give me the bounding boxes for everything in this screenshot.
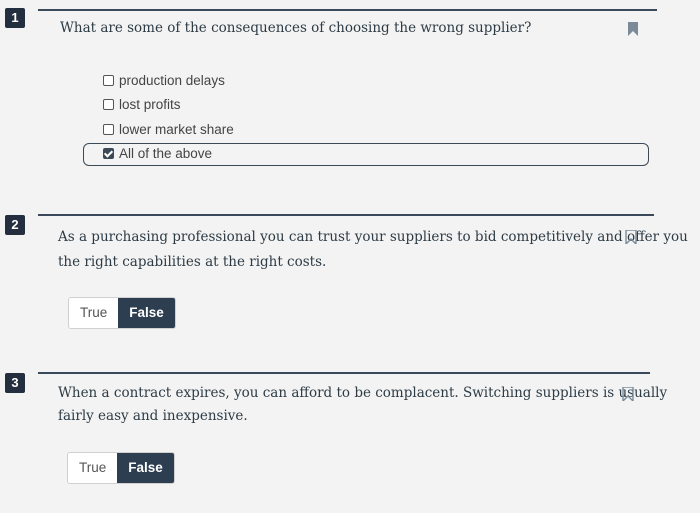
- checkbox-icon[interactable]: [103, 123, 114, 135]
- question-number-badge: 1: [5, 8, 25, 28]
- answer-option-lost-profits[interactable]: lost profits: [103, 94, 181, 114]
- true-button[interactable]: True: [68, 453, 118, 483]
- answer-option-lower-market-share[interactable]: lower market share: [103, 119, 234, 139]
- true-false-toggle: True False: [68, 297, 176, 329]
- question-text-line: As a purchasing professional you can tru…: [58, 229, 688, 245]
- question-number-badge: 3: [5, 373, 25, 393]
- checkbox-checked-icon[interactable]: [103, 147, 114, 159]
- answer-option-production-delays[interactable]: production delays: [103, 70, 225, 90]
- option-label: production delays: [119, 72, 225, 88]
- option-label: All of the above: [119, 145, 213, 161]
- answer-option-all-of-the-above[interactable]: All of the above: [103, 143, 212, 163]
- option-label: lost profits: [119, 96, 181, 112]
- question-text-line: the right capabilities at the right cost…: [58, 254, 327, 270]
- question-divider: [38, 214, 654, 216]
- bookmark-flag-icon[interactable]: [622, 387, 634, 401]
- question-text-line: When a contract expires, you can afford …: [58, 385, 668, 401]
- question-text: What are some of the consequences of cho…: [60, 20, 532, 36]
- true-button[interactable]: True: [69, 298, 119, 328]
- bookmark-flag-icon[interactable]: [627, 22, 639, 36]
- false-button[interactable]: False: [117, 453, 174, 483]
- checkbox-icon[interactable]: [103, 98, 114, 110]
- question-divider: [38, 372, 650, 374]
- false-button[interactable]: False: [118, 298, 175, 328]
- question-divider: [38, 9, 657, 11]
- question-text-line: fairly easy and inexpensive.: [58, 408, 248, 424]
- bookmark-flag-icon[interactable]: [625, 230, 637, 244]
- option-label: lower market share: [119, 121, 234, 137]
- true-false-toggle: True False: [67, 452, 175, 484]
- checkbox-icon[interactable]: [103, 74, 114, 86]
- question-number-badge: 2: [5, 215, 25, 235]
- quiz-page: 1 What are some of the consequences of c…: [0, 0, 700, 513]
